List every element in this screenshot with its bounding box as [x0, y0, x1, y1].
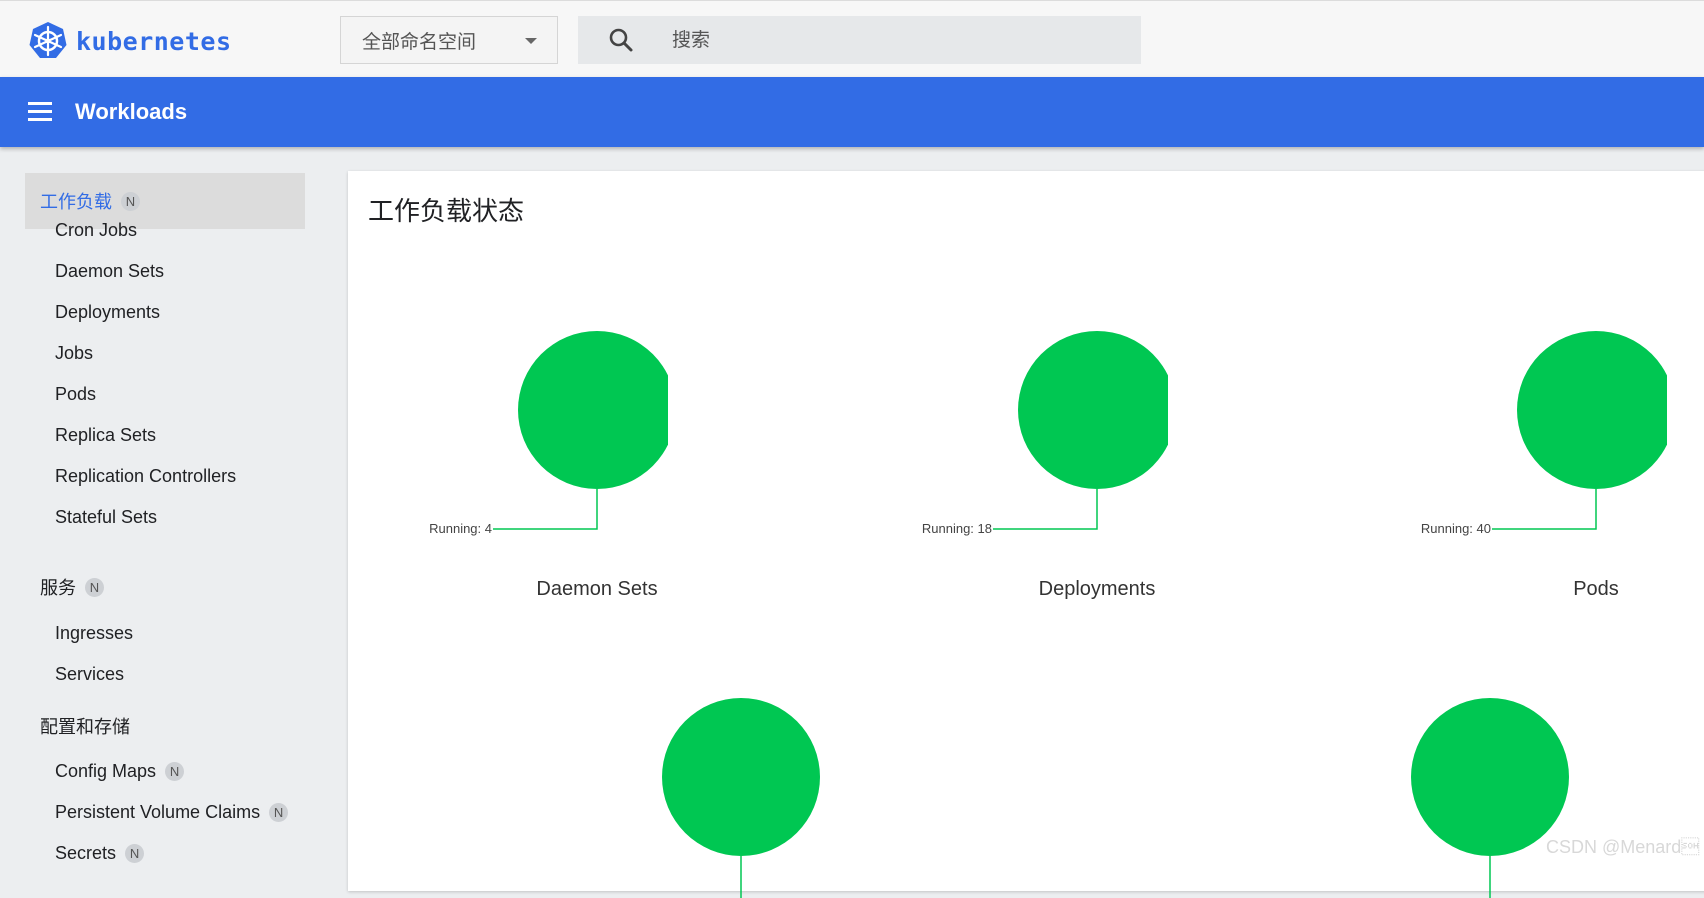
sidebar-item-label: Replica Sets [55, 425, 157, 445]
sidebar-item-label: Jobs [55, 343, 94, 363]
chart-label-daemon-sets: Daemon Sets [536, 578, 658, 600]
running-slice [1411, 698, 1569, 856]
sidebar-item-cron-jobs[interactable]: Cron Jobs [55, 220, 137, 241]
caret-down-icon [525, 38, 537, 44]
sidebar: 工作负载 N Cron Jobs Daemon Sets Deployments… [0, 147, 346, 865]
chart-label-pods: Pods [1573, 578, 1619, 600]
sidebar-section-label: 工作负载 [40, 192, 112, 212]
sidebar-item-services[interactable]: Services [55, 664, 124, 685]
brand-name: kubernetes [76, 26, 232, 56]
sidebar-item-pods[interactable]: Pods [55, 384, 96, 405]
running-leader-line [993, 489, 1098, 530]
sidebar-item-jobs[interactable]: Jobs [55, 343, 93, 364]
running-slice [1517, 331, 1667, 489]
namespace-select-value: 全部命名空间 [362, 31, 477, 53]
workload-pie-chart[interactable] [1411, 698, 1571, 898]
running-slice [1018, 331, 1168, 489]
sidebar-section-config-storage[interactable]: 配置和存储 [40, 713, 130, 739]
pods-pie-chart[interactable]: Running: 40 [1407, 331, 1667, 561]
sidebar-item-persistent-volume-claims[interactable]: Persistent Volume Claims N [55, 802, 289, 823]
sidebar-item-label: Persistent Volume Claims [55, 802, 261, 822]
menu-icon[interactable] [28, 102, 52, 122]
sidebar-item-deployments[interactable]: Deployments [55, 302, 160, 323]
watermark: CSDN @Menard [1546, 837, 1700, 857]
sidebar-item-label: Stateful Sets [55, 507, 158, 527]
sidebar-item-label: Daemon Sets [55, 261, 165, 281]
namespace-select[interactable]: 全部命名空间 [340, 16, 558, 64]
sidebar-item-ingresses[interactable]: Ingresses [55, 623, 133, 644]
running-slice [518, 331, 668, 489]
sidebar-item-stateful-sets[interactable]: Stateful Sets [55, 507, 157, 528]
sidebar-item-label: Pods [55, 384, 97, 404]
sidebar-item-label: Replication Controllers [55, 466, 237, 486]
running-leader-line [1492, 489, 1597, 530]
running-label: Running: 18 [922, 521, 992, 536]
sidebar-item-label: Cron Jobs [55, 220, 138, 240]
sidebar-item-label: Config Maps [55, 761, 157, 781]
running-leader-line [493, 489, 598, 530]
running-label: Running: 40 [1421, 521, 1491, 536]
namespaced-badge: N [85, 577, 104, 597]
daemon-sets-pie-chart[interactable]: Running: 4 [408, 331, 668, 561]
top-bar: kubernetes 全部命名空间 [0, 0, 1704, 77]
sidebar-item-label: Services [55, 664, 125, 684]
running-label: Running: 4 [429, 521, 492, 536]
sidebar-section-label: 服务 [40, 578, 76, 598]
namespaced-badge: N [269, 803, 289, 822]
sidebar-item-daemon-sets[interactable]: Daemon Sets [55, 261, 164, 282]
workload-status-card: 工作负载状态 Running: 4 Daemon Sets Running: 1… [348, 171, 1704, 898]
header-bar: Workloads [0, 77, 1704, 147]
search-bar [578, 16, 1141, 66]
sidebar-item-replication-controllers[interactable]: Replication Controllers [55, 466, 236, 487]
deployments-pie-chart[interactable]: Running: 18 [908, 331, 1168, 561]
sidebar-item-replica-sets[interactable]: Replica Sets [55, 425, 156, 446]
running-slice [662, 698, 820, 856]
sidebar-section-label: 配置和存储 [40, 717, 130, 737]
namespaced-badge: N [121, 191, 140, 211]
namespaced-badge: N [125, 844, 145, 863]
card-title: 工作负载状态 [368, 196, 525, 226]
kubernetes-helm-icon [29, 22, 67, 58]
workload-pie-chart[interactable] [662, 698, 822, 898]
sidebar-item-label: Secrets [55, 843, 117, 863]
chart-label-deployments: Deployments [1038, 578, 1156, 600]
namespaced-badge: N [165, 762, 185, 781]
kubernetes-logo[interactable]: kubernetes [28, 21, 232, 61]
search-input[interactable] [670, 16, 1114, 66]
sidebar-section-services[interactable]: 服务 N [40, 574, 104, 600]
page-title: Workloads [75, 99, 188, 124]
sidebar-item-secrets[interactable]: Secrets N [55, 843, 145, 864]
sidebar-item-config-maps[interactable]: Config Maps N [55, 761, 185, 782]
search-icon[interactable] [608, 27, 634, 53]
sidebar-item-label: Deployments [55, 302, 161, 322]
sidebar-item-label: Ingresses [55, 623, 134, 643]
